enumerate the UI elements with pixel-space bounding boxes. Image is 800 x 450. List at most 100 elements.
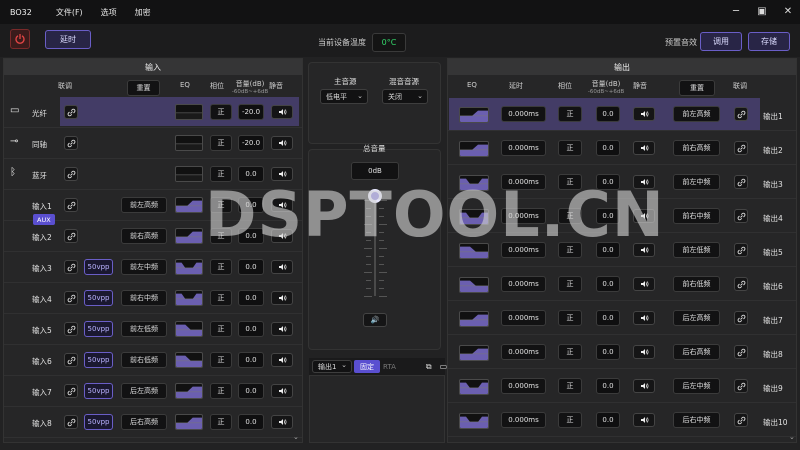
input-eq-curve[interactable] (175, 135, 203, 151)
input-eq-curve[interactable] (175, 166, 203, 182)
input-mute-button[interactable] (271, 353, 293, 367)
output-mute-button[interactable] (633, 141, 655, 155)
input-volume-field[interactable]: 0.0 (238, 259, 264, 275)
input-eq-curve[interactable] (175, 104, 203, 120)
input-link-button[interactable] (64, 229, 78, 243)
input-eq-curve[interactable] (175, 259, 203, 275)
input-channel-select[interactable]: 前左中频 (121, 259, 167, 275)
output-volume-field[interactable]: 0.0 (596, 378, 620, 394)
output-phase-button[interactable]: 正 (558, 344, 582, 360)
output-channel-select[interactable]: 前左高频 (673, 106, 720, 122)
output-volume-field[interactable]: 0.0 (596, 276, 620, 292)
output-delay-field[interactable]: 0.000ms (501, 276, 546, 292)
input-eq-curve[interactable] (175, 228, 203, 244)
input-volume-field[interactable]: -20.0 (238, 135, 264, 151)
input-phase-button[interactable]: 正 (210, 135, 232, 151)
input-phase-button[interactable]: 正 (210, 104, 232, 120)
input-volume-field[interactable]: -20.0 (238, 104, 264, 120)
output-mute-button[interactable] (633, 107, 655, 121)
input-eq-curve[interactable] (175, 414, 203, 430)
input-mute-button[interactable] (271, 291, 293, 305)
input-volume-field[interactable]: 0.0 (238, 383, 264, 399)
output-channel-select[interactable]: 前右低频 (673, 276, 720, 292)
output-phase-button[interactable]: 正 (558, 106, 582, 122)
output-phase-button[interactable]: 正 (558, 276, 582, 292)
input-link-button[interactable] (64, 291, 78, 305)
output-mute-button[interactable] (633, 345, 655, 359)
output-link-button[interactable] (734, 141, 748, 155)
input-phase-button[interactable]: 正 (210, 414, 232, 430)
input-link-button[interactable] (64, 260, 78, 274)
output-link-button[interactable] (734, 209, 748, 223)
output-scroll-down-icon[interactable]: ⌄ (789, 433, 795, 441)
output-link-button[interactable] (734, 345, 748, 359)
output-eq-curve[interactable] (459, 311, 489, 327)
input-phase-button[interactable]: 正 (210, 259, 232, 275)
input-eq-curve[interactable] (175, 197, 203, 213)
input-level-tag[interactable]: 50vpp (84, 383, 113, 399)
output-volume-field[interactable]: 0.0 (596, 344, 620, 360)
load-preset-button[interactable]: 调用 (700, 32, 742, 51)
input-mute-button[interactable] (271, 260, 293, 274)
output-channel-select[interactable]: 前右中频 (673, 208, 720, 224)
delay-button[interactable]: 延时 (45, 30, 91, 49)
input-link-button[interactable] (64, 384, 78, 398)
input-level-tag[interactable]: 50vpp (84, 259, 113, 275)
output-channel-select[interactable]: 后右高频 (673, 344, 720, 360)
output-eq-curve[interactable] (459, 141, 489, 157)
input-mute-button[interactable] (271, 136, 293, 150)
input-level-tag[interactable]: 50vpp (84, 290, 113, 306)
output-mute-button[interactable] (633, 379, 655, 393)
close-icon[interactable]: ✕ (782, 4, 794, 18)
input-channel-select[interactable]: 前左低频 (121, 321, 167, 337)
output-select[interactable]: 输出1 ⌄ (312, 360, 352, 373)
output-mute-button[interactable] (633, 413, 655, 427)
input-eq-curve[interactable] (175, 321, 203, 337)
input-volume-field[interactable]: 0.0 (238, 290, 264, 306)
output-channel-select[interactable]: 前右高频 (673, 140, 720, 156)
copy-icon[interactable]: ⧉ (426, 362, 432, 372)
tab-fixed[interactable]: 固定 (354, 360, 380, 373)
input-phase-button[interactable]: 正 (210, 321, 232, 337)
input-eq-curve[interactable] (175, 352, 203, 368)
input-phase-button[interactable]: 正 (210, 352, 232, 368)
minimize-icon[interactable]: ─ (730, 4, 742, 18)
input-reset-button[interactable]: 重置 (127, 80, 160, 96)
input-mute-button[interactable] (271, 105, 293, 119)
input-phase-button[interactable]: 正 (210, 383, 232, 399)
output-channel-select[interactable]: 前左中频 (673, 174, 720, 190)
output-link-button[interactable] (734, 311, 748, 325)
input-link-button[interactable] (64, 136, 78, 150)
output-link-button[interactable] (734, 175, 748, 189)
output-phase-button[interactable]: 正 (558, 140, 582, 156)
menu-file[interactable]: 文件(F) (56, 7, 83, 18)
output-eq-curve[interactable] (459, 277, 489, 293)
input-level-tag[interactable]: 50vpp (84, 352, 113, 368)
output-link-button[interactable] (734, 413, 748, 427)
output-phase-button[interactable]: 正 (558, 310, 582, 326)
output-delay-field[interactable]: 0.000ms (501, 106, 546, 122)
output-volume-field[interactable]: 0.0 (596, 310, 620, 326)
output-mute-button[interactable] (633, 311, 655, 325)
input-level-tag[interactable]: 50vpp (84, 321, 113, 337)
output-eq-curve[interactable] (459, 413, 489, 429)
output-delay-field[interactable]: 0.000ms (501, 412, 546, 428)
power-button[interactable] (10, 29, 30, 49)
master-mute-button[interactable]: 🔊 (363, 313, 387, 327)
input-mute-button[interactable] (271, 322, 293, 336)
output-channel-select[interactable]: 后右中频 (673, 412, 720, 428)
input-channel-select[interactable]: 后左高频 (121, 383, 167, 399)
input-link-button[interactable] (64, 105, 78, 119)
main-source-select[interactable]: 低电平 ⌄ (320, 89, 368, 104)
maximize-icon[interactable]: ▣ (756, 4, 768, 18)
output-eq-curve[interactable] (459, 345, 489, 361)
output-phase-button[interactable]: 正 (558, 412, 582, 428)
input-volume-field[interactable]: 0.0 (238, 414, 264, 430)
output-volume-field[interactable]: 0.0 (596, 412, 620, 428)
output-reset-button[interactable]: 重置 (679, 80, 715, 96)
input-link-button[interactable] (64, 167, 78, 181)
input-channel-select[interactable]: 前右高频 (121, 228, 167, 244)
input-volume-field[interactable]: 0.0 (238, 352, 264, 368)
input-eq-curve[interactable] (175, 383, 203, 399)
output-link-button[interactable] (734, 277, 748, 291)
